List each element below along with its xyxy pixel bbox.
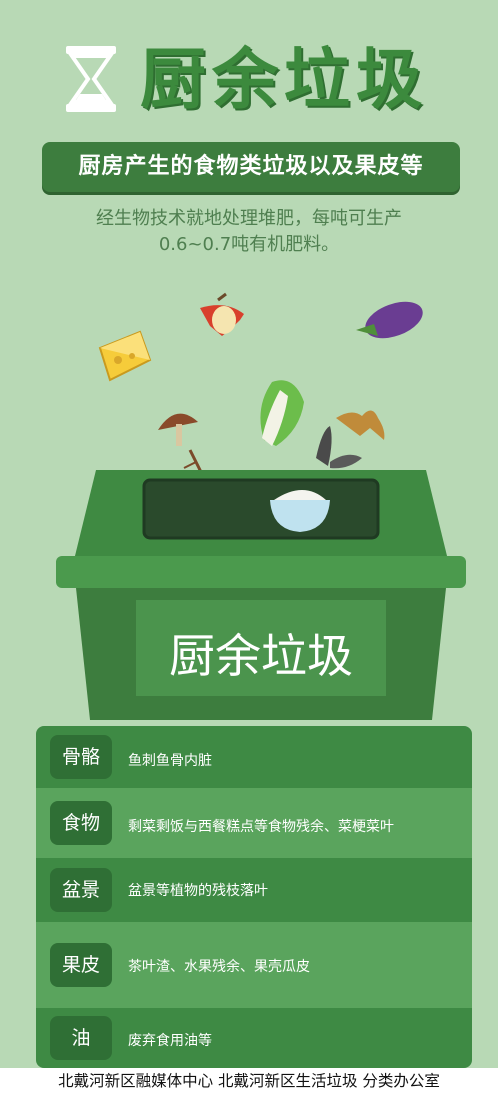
banner-text: 厨房产生的食物类垃圾以及果皮等 bbox=[78, 154, 424, 179]
category-description: 废弃食用油等 bbox=[128, 1033, 212, 1049]
category-description: 剩菜剩饭与西餐糕点等食物残余、菜梗菜叶 bbox=[128, 819, 394, 835]
category-table: 骨骼 鱼刺鱼骨内脏 食物 剩菜剩饭与西餐糕点等食物残余、菜梗菜叶 盆景 盆景等植… bbox=[36, 726, 472, 1068]
category-label: 盆景 bbox=[50, 868, 112, 912]
footer-credit: 北戴河新区融媒体中心 北戴河新区生活垃圾 分类办公室 bbox=[0, 1068, 498, 1094]
category-description: 鱼刺鱼骨内脏 bbox=[128, 753, 212, 769]
category-description: 茶叶渣、水果残余、果壳瓜皮 bbox=[128, 959, 310, 975]
category-row: 骨骼 鱼刺鱼骨内脏 bbox=[36, 726, 472, 788]
illustration: 厨余垃圾 bbox=[0, 290, 498, 720]
page-title: 厨余垃圾 bbox=[140, 41, 428, 118]
description-line-2: 0.6~0.7吨有机肥料。 bbox=[158, 234, 340, 255]
apple-core-icon bbox=[200, 292, 244, 336]
category-row: 食物 剩菜剩饭与西餐糕点等食物残余、菜梗菜叶 bbox=[36, 788, 472, 858]
description-line-1: 经生物技术就地处理堆肥，每吨可生产 bbox=[96, 208, 402, 229]
category-label: 食物 bbox=[50, 801, 112, 845]
category-label: 骨骼 bbox=[50, 735, 112, 779]
banner: 厨房产生的食物类垃圾以及果皮等 bbox=[42, 142, 460, 192]
kitchen-waste-bin: 厨余垃圾 bbox=[56, 470, 466, 720]
header: 厨余垃圾 厨房产生的食物类垃圾以及果皮等 经生物技术就地处理堆肥，每吨可生产 0… bbox=[0, 0, 498, 255]
category-row: 盆景 盆景等植物的残枝落叶 bbox=[36, 858, 472, 922]
bin-label: 厨余垃圾 bbox=[169, 629, 353, 683]
category-label: 果皮 bbox=[50, 943, 112, 987]
cheese-icon bbox=[98, 330, 152, 382]
description: 经生物技术就地处理堆肥，每吨可生产 0.6~0.7吨有机肥料。 bbox=[0, 206, 498, 258]
mushroom-icon bbox=[158, 413, 198, 446]
eggplant-icon bbox=[356, 301, 423, 339]
banana-peel-icon bbox=[336, 410, 385, 440]
category-row: 果皮 茶叶渣、水果残余、果壳瓜皮 bbox=[36, 922, 472, 1008]
cabbage-icon bbox=[260, 380, 304, 446]
category-description: 盆景等植物的残枝落叶 bbox=[128, 883, 268, 899]
hourglass-icon bbox=[66, 46, 116, 112]
category-row: 油 废弃食用油等 bbox=[36, 1008, 472, 1068]
category-label: 油 bbox=[50, 1016, 112, 1060]
